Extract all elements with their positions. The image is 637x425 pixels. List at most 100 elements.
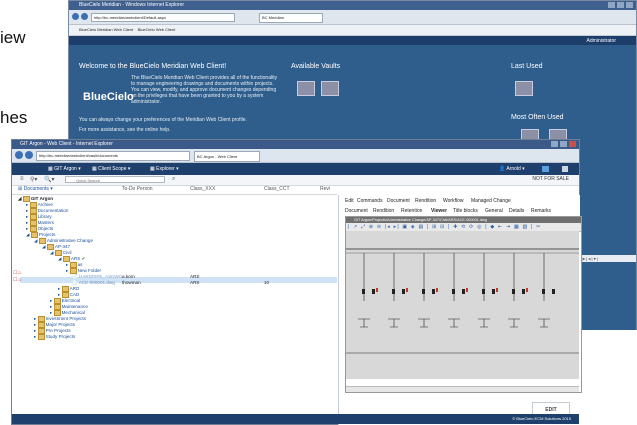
documents-label: Documents bbox=[23, 186, 49, 192]
tree-label: Study Projects bbox=[45, 334, 76, 339]
tab-managed-change[interactable]: Managed Change bbox=[471, 198, 511, 204]
folder-icon bbox=[62, 256, 70, 262]
back-user-menu[interactable]: Administrator bbox=[587, 38, 616, 44]
vault-icon[interactable] bbox=[515, 81, 533, 96]
tab-commands[interactable]: Commands bbox=[357, 198, 383, 204]
document-detail-panel: Edit Commands Document Rendition Workflo… bbox=[338, 195, 582, 425]
back-arrow-icon[interactable] bbox=[72, 13, 79, 20]
drawing-viewer: GIT Argon/Projects/Administrative Change… bbox=[345, 216, 582, 393]
more-help-text: For more assistance, see the online help… bbox=[79, 127, 171, 133]
maximize-button[interactable] bbox=[617, 2, 624, 8]
tree-label: CAD bbox=[69, 292, 80, 297]
tab-document[interactable]: Document bbox=[387, 198, 410, 204]
filter-icon[interactable]: ⚲▾ bbox=[30, 176, 37, 183]
documents-breadcrumb[interactable]: ⊞ Documents ▾ bbox=[18, 186, 53, 192]
available-vaults-header: Available Vaults bbox=[291, 63, 341, 70]
back-favorites-bar: BlueCielo Meridian Web Client BlueCielo … bbox=[69, 25, 636, 36]
favorite-link-1[interactable]: BlueCielo Meridian Web Client bbox=[79, 27, 133, 32]
minimize-button[interactable] bbox=[608, 2, 615, 8]
folder-icon bbox=[29, 226, 37, 232]
welcome-description: The BlueCielo Meridian Web Client provid… bbox=[131, 75, 278, 105]
view-tab-viewer[interactable]: Viewer bbox=[431, 208, 447, 214]
back-title-bar: BlueCielo Meridian - Windows Internet Ex… bbox=[69, 1, 636, 10]
status-bar: © BlueCielo ECM Solutions 2015 bbox=[12, 414, 579, 424]
front-browser-window: GIT Argon - Web Client - Internet Explor… bbox=[11, 139, 582, 425]
tree-label: Library bbox=[37, 214, 52, 219]
view-tab-retention[interactable]: Retention bbox=[401, 208, 422, 214]
tree-label: Masters bbox=[37, 220, 54, 225]
favorite-link-2[interactable]: BlueCielo Web Client bbox=[138, 27, 176, 32]
tree-label: ARS bbox=[70, 256, 81, 261]
folder-icon bbox=[61, 286, 69, 292]
menu-client-scope[interactable]: ▦ Client Scope ▾ bbox=[92, 163, 130, 175]
tree-label: Archive bbox=[37, 202, 53, 207]
folder-icon bbox=[37, 328, 45, 334]
close-button[interactable] bbox=[569, 141, 576, 147]
menu-explorer[interactable]: ▦ Explorer ▾ bbox=[150, 163, 179, 175]
cell-cct: 10 bbox=[264, 280, 270, 285]
folder-icon bbox=[29, 220, 37, 226]
forward-arrow-icon[interactable] bbox=[25, 151, 33, 159]
vault-icon[interactable] bbox=[321, 81, 339, 96]
viewer-horizontal-scrollbar[interactable] bbox=[346, 386, 579, 392]
tree-label: New Folder bbox=[77, 268, 102, 273]
quick-search-input[interactable]: Quick Search bbox=[65, 176, 165, 183]
view-tab-remarks[interactable]: Remarks bbox=[531, 208, 551, 214]
view-tab-general[interactable]: General bbox=[485, 208, 503, 214]
forward-arrow-icon[interactable] bbox=[81, 13, 88, 20]
vault-icon[interactable] bbox=[297, 81, 315, 96]
settings-icon[interactable] bbox=[562, 166, 568, 172]
back-browser-tab[interactable]: BC Meridian bbox=[259, 13, 323, 23]
tree-label: GIT Argon bbox=[30, 196, 54, 201]
folder-icon bbox=[69, 268, 77, 274]
tab-workflow[interactable]: Workflow bbox=[443, 198, 463, 204]
front-window-title: GIT Argon - Web Client - Internet Explor… bbox=[20, 141, 113, 147]
status-icon: ☐♨ bbox=[13, 270, 22, 276]
back-window-title: BlueCielo Meridian - Windows Internet Ex… bbox=[79, 2, 185, 8]
menu-vault[interactable]: ▦ GIT Argon ▾ bbox=[48, 163, 81, 175]
menu-vault-label: GIT Argon bbox=[54, 166, 77, 172]
not-for-sale-label: NOT FOR SALE bbox=[532, 176, 569, 182]
grid-view-icon[interactable] bbox=[542, 166, 549, 172]
folder-icon bbox=[29, 208, 37, 214]
column-class-cct[interactable]: Class_CCT bbox=[264, 186, 290, 192]
front-title-bar: GIT Argon - Web Client - Internet Explor… bbox=[12, 140, 579, 149]
electrical-schematic-drawing bbox=[346, 231, 579, 379]
cell-class: ARS bbox=[190, 274, 200, 279]
check-icon: ✔ bbox=[81, 256, 86, 261]
document-list-header: ⊞ Documents ▾ To-Do Person Class_XXX Cla… bbox=[12, 184, 337, 195]
view-tab-document[interactable]: Document bbox=[345, 208, 368, 214]
maximize-button[interactable] bbox=[560, 141, 567, 147]
back-arrow-icon[interactable] bbox=[15, 151, 23, 159]
folder-icon bbox=[46, 244, 54, 250]
column-revision[interactable]: Revi bbox=[320, 186, 330, 192]
tree-label: Major Projects bbox=[45, 322, 75, 327]
search-icon[interactable]: ⌕ bbox=[172, 176, 175, 183]
column-todo-person[interactable]: To-Do Person bbox=[122, 186, 153, 192]
front-menu-bar: ▦ GIT Argon ▾ ▦ Client Scope ▾ ▦ Explore… bbox=[12, 163, 579, 175]
tree-label: Maintenance bbox=[61, 304, 88, 309]
view-tab-rendition[interactable]: Rendition bbox=[373, 208, 394, 214]
menu-icon[interactable]: ≡ bbox=[20, 176, 24, 182]
column-class-xxx[interactable]: Class_XXX bbox=[190, 186, 215, 192]
front-browser-tab[interactable]: BC Argon - Web Client bbox=[194, 151, 260, 162]
most-often-used-header: Most Often Used bbox=[511, 114, 564, 121]
menu-client-scope-label: Client Scope bbox=[98, 166, 127, 172]
side-text-fragment-2: hes bbox=[0, 108, 28, 127]
back-url-input[interactable]: http://bc-meridian/webclient/Default.asp… bbox=[91, 13, 235, 22]
tab-rendition[interactable]: Rendition bbox=[415, 198, 436, 204]
side-text-fragment-1: iew bbox=[0, 28, 26, 47]
tab-edit[interactable]: Edit bbox=[345, 198, 354, 204]
drawing-canvas[interactable] bbox=[346, 231, 579, 379]
search-dropdown-icon[interactable]: 🔍▾ bbox=[44, 176, 54, 183]
front-url-input[interactable]: http://bc-meridian/webclient/vault/docum… bbox=[36, 151, 190, 161]
view-tab-title-blocks[interactable]: Title blocks bbox=[453, 208, 478, 214]
user-menu[interactable]: 👤 Arnold ▾ bbox=[499, 163, 525, 175]
tree-item[interactable]: ▸ Study Projects bbox=[34, 334, 75, 340]
minimize-button[interactable] bbox=[551, 141, 558, 147]
folder-icon bbox=[38, 238, 46, 244]
tree-label: Documentation bbox=[37, 208, 69, 213]
close-button[interactable] bbox=[626, 2, 633, 8]
view-tab-details[interactable]: Details bbox=[509, 208, 524, 214]
folder-icon bbox=[37, 322, 45, 328]
